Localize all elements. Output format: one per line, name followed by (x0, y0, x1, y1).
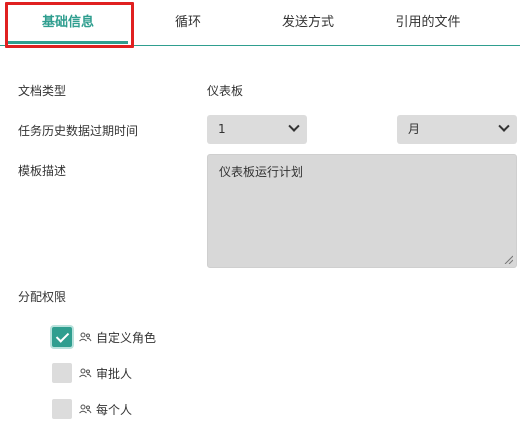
users-icon (79, 368, 92, 378)
history-expiry-number-value: 1 (218, 122, 226, 136)
approver-checkbox[interactable] (52, 363, 72, 383)
history-expiry-number-select[interactable]: 1 (207, 115, 307, 144)
permissions-label: 分配权限 (18, 290, 67, 304)
users-icon (79, 332, 92, 342)
schedule-settings-panel: 基础信息 循环 发送方式 引用的文件 文档类型 仪表板 任务历史数据过期时间 1… (0, 0, 520, 426)
permission-row-everyone: 每个人 (52, 399, 132, 419)
active-tab-indicator (8, 41, 128, 44)
everyone-checkbox[interactable] (52, 399, 72, 419)
template-desc-textarea[interactable]: 仪表板运行计划 (207, 154, 517, 268)
template-desc-value: 仪表板运行计划 (219, 165, 304, 179)
template-desc-label: 模板描述 (18, 164, 67, 178)
approver-label: 审批人 (96, 366, 133, 381)
custom-role-label: 自定义角色 (96, 330, 157, 345)
history-expiry-unit-value: 月 (408, 122, 421, 136)
tab-cycle[interactable]: 循环 (128, 0, 248, 45)
resize-grip-icon[interactable] (504, 255, 513, 264)
permission-row-approver: 审批人 (52, 363, 132, 383)
everyone-label: 每个人 (96, 402, 133, 417)
history-expiry-label: 任务历史数据过期时间 (18, 124, 139, 138)
tab-referenced-files[interactable]: 引用的文件 (368, 0, 488, 45)
tab-bar: 基础信息 循环 发送方式 引用的文件 (0, 0, 520, 46)
chevron-down-icon (288, 120, 300, 132)
users-icon (79, 404, 92, 414)
permission-row-custom-role: 自定义角色 (52, 327, 156, 347)
tab-basic-info[interactable]: 基础信息 (8, 0, 128, 45)
history-expiry-unit-select[interactable]: 月 (397, 115, 517, 144)
chevron-down-icon (498, 120, 510, 132)
custom-role-checkbox[interactable] (52, 327, 72, 347)
tab-delivery-method[interactable]: 发送方式 (248, 0, 368, 45)
doc-type-value: 仪表板 (207, 84, 244, 98)
doc-type-label: 文档类型 (18, 84, 67, 98)
